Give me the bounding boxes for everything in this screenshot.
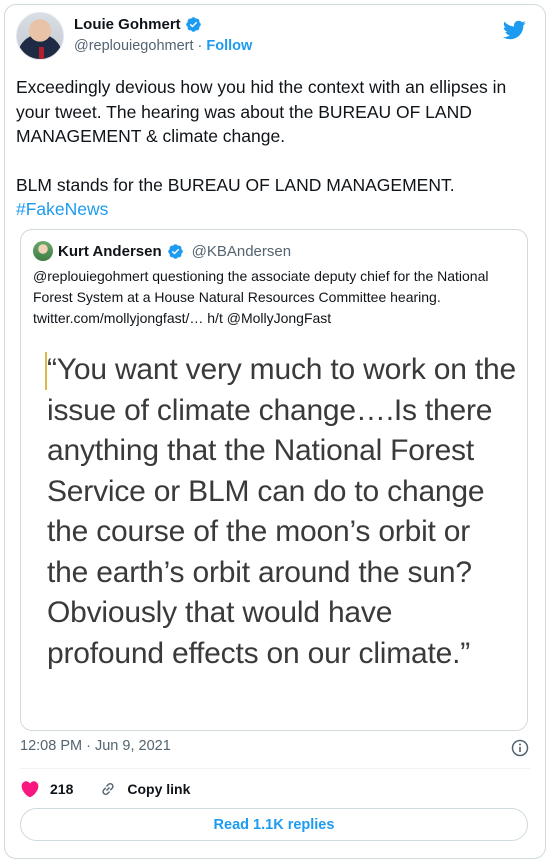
like-count: 218 <box>50 781 74 797</box>
copy-link-button[interactable]: Copy link <box>99 780 190 798</box>
quoted-header: Kurt Andersen @KBAndersen <box>33 241 291 261</box>
link-icon <box>102 782 114 796</box>
tweet-text: Exceedingly devious how you hid the cont… <box>16 75 528 222</box>
tweet-paragraph-1: Exceedingly devious how you hid the cont… <box>16 77 507 146</box>
author-name-row: Louie Gohmert <box>74 16 202 33</box>
author-handle[interactable]: @replouiegohmert <box>74 38 194 54</box>
verified-icon <box>167 243 183 259</box>
heart-icon <box>21 781 39 798</box>
divider <box>20 768 530 769</box>
copy-link-label: Copy link <box>127 781 191 797</box>
author-handle-row: @replouiegohmert · Follow <box>74 38 252 54</box>
tweet-date[interactable]: Jun 9, 2021 <box>95 738 171 754</box>
tweet-time[interactable]: 12:08 PM <box>20 738 82 754</box>
quoted-avatar[interactable] <box>33 241 53 261</box>
verified-icon <box>185 17 201 32</box>
hashtag-link[interactable]: #FakeNews <box>16 199 108 219</box>
quoted-text: @replouiegohmert questioning the associa… <box>33 268 489 326</box>
like-button[interactable]: 218 <box>20 779 73 799</box>
twitter-bird-icon[interactable] <box>502 18 526 42</box>
author-name[interactable]: Louie Gohmert <box>74 16 181 33</box>
info-icon[interactable] <box>510 738 530 758</box>
quoted-author-handle[interactable]: @KBAndersen <box>192 243 291 260</box>
meta-separator: · <box>86 738 91 754</box>
tweet-meta: 12:08 PM · Jun 9, 2021 <box>20 738 530 760</box>
handle-separator: · <box>197 38 203 54</box>
tweet-actions: 218 Copy link <box>20 778 190 800</box>
quoted-author-name[interactable]: Kurt Andersen <box>58 243 162 260</box>
image-quote-text: “You want very much to work on the issue… <box>47 353 516 670</box>
read-replies-button[interactable]: Read 1.1K replies <box>20 808 528 841</box>
tweet-header: Louie Gohmert @replouiegohmert · Follow <box>16 12 526 62</box>
quoted-image[interactable]: “You want very much to work on the issue… <box>21 340 527 730</box>
tweet-paragraph-2: BLM stands for the BUREAU OF LAND MANAGE… <box>16 174 455 195</box>
quoted-tweet[interactable]: Kurt Andersen @KBAndersen @replouiegohme… <box>20 229 528 731</box>
author-avatar[interactable] <box>16 12 64 60</box>
follow-button[interactable]: Follow <box>206 38 252 54</box>
